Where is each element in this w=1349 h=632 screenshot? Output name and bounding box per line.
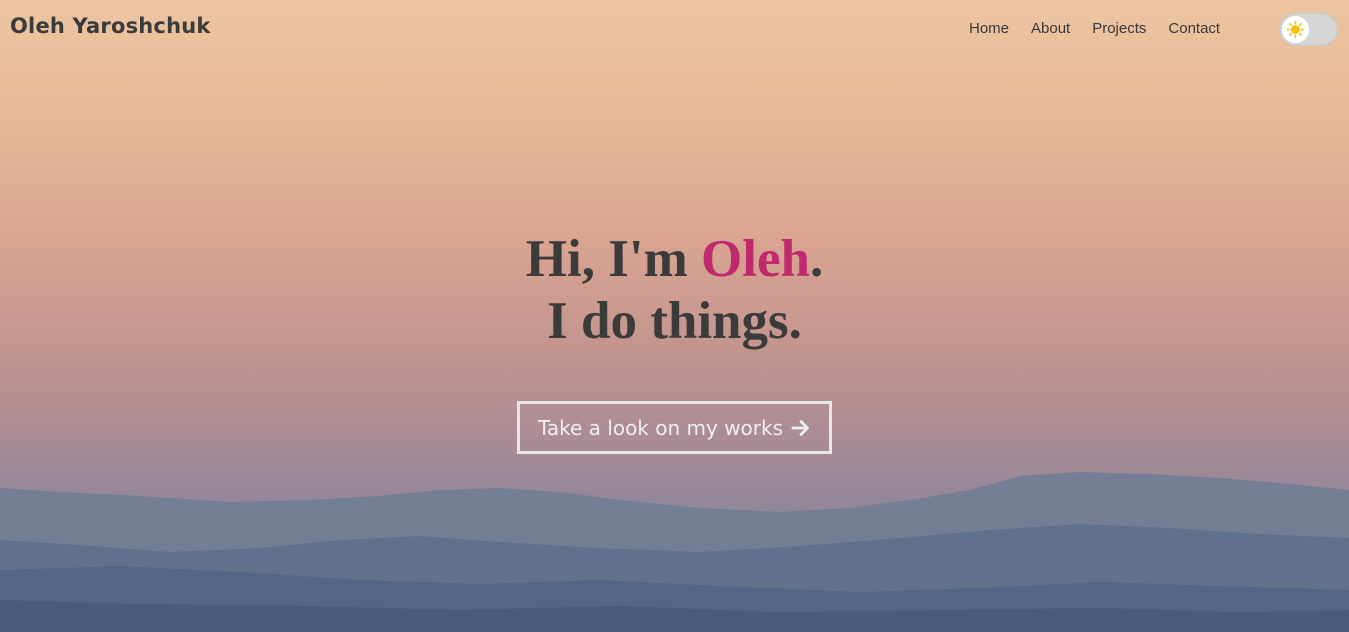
toggle-knob — [1282, 16, 1309, 43]
headline-line-1: Hi, I'm Oleh. — [526, 230, 823, 288]
hero-headline: Hi, I'm Oleh. I do things. — [0, 228, 1349, 352]
greeting-suffix: . — [809, 230, 824, 288]
arrow-right-icon — [791, 419, 809, 436]
navbar: Oleh Yaroshchuk Home About Projects Cont… — [0, 0, 1349, 60]
headline-tagline: I do things. — [547, 292, 802, 350]
sun-icon — [1286, 20, 1305, 39]
theme-toggle[interactable] — [1279, 13, 1338, 46]
cta-label: Take a look on my works — [537, 415, 784, 440]
nav-link-about[interactable]: About — [1031, 20, 1070, 37]
nav-links: Home About Projects Contact — [969, 20, 1242, 37]
nav-link-contact[interactable]: Contact — [1168, 20, 1220, 37]
nav-link-projects[interactable]: Projects — [1092, 20, 1146, 37]
greeting-name: Oleh — [701, 230, 810, 288]
view-works-button[interactable]: Take a look on my works — [517, 401, 832, 454]
nav-link-home[interactable]: Home — [969, 20, 1009, 37]
greeting-prefix: Hi, I'm — [525, 230, 701, 288]
brand-logo-link[interactable]: Oleh Yaroshchuk — [10, 14, 211, 38]
